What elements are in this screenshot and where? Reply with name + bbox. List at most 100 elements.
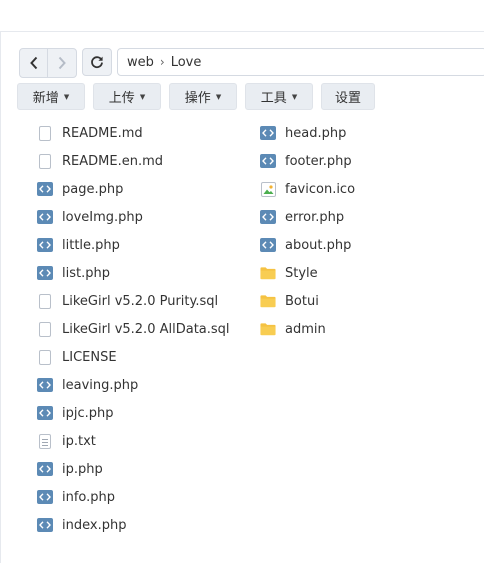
document-file-icon bbox=[39, 293, 51, 309]
file-icon-slot bbox=[37, 321, 53, 337]
tools-menu-label: 工具 bbox=[260, 91, 287, 106]
file-icon-slot bbox=[37, 489, 53, 505]
file-icon-slot bbox=[260, 321, 276, 337]
breadcrumb-item-love[interactable]: Love bbox=[171, 55, 202, 70]
upload-menu-label: 上传 bbox=[108, 91, 135, 106]
text-file-icon bbox=[39, 433, 51, 449]
file-name: Style bbox=[285, 265, 318, 281]
code-file-icon bbox=[260, 238, 276, 252]
code-file-icon bbox=[37, 210, 53, 224]
file-name: README.en.md bbox=[62, 153, 163, 169]
file-name: loveImg.php bbox=[62, 209, 143, 225]
file-name: ipjc.php bbox=[62, 405, 114, 421]
folder-icon bbox=[260, 295, 276, 308]
file-item-error-php[interactable]: error.php bbox=[260, 203, 344, 231]
file-item-ip-php[interactable]: ip.php bbox=[37, 455, 103, 483]
document-file-icon bbox=[39, 349, 51, 365]
file-item-readme-md[interactable]: README.md bbox=[37, 119, 143, 147]
file-icon-slot bbox=[37, 265, 53, 281]
code-file-icon bbox=[37, 490, 53, 504]
file-item-likegirl-v5-2-0-alldata-sql[interactable]: LikeGirl v5.2.0 AllData.sql bbox=[37, 315, 230, 343]
file-name: little.php bbox=[62, 237, 120, 253]
file-icon-slot bbox=[37, 461, 53, 477]
file-icon-slot bbox=[37, 237, 53, 253]
file-item-index-php[interactable]: index.php bbox=[37, 511, 126, 539]
file-item-admin[interactable]: admin bbox=[260, 315, 326, 343]
code-file-icon bbox=[260, 210, 276, 224]
file-icon-slot bbox=[260, 125, 276, 141]
file-item-likegirl-v5-2-0-purity-sql[interactable]: LikeGirl v5.2.0 Purity.sql bbox=[37, 287, 218, 315]
file-icon-slot bbox=[260, 153, 276, 169]
file-item-list-php[interactable]: list.php bbox=[37, 259, 110, 287]
file-icon-slot bbox=[260, 237, 276, 253]
caret-down-icon: ▼ bbox=[139, 92, 146, 101]
refresh-icon bbox=[91, 56, 103, 69]
file-item-head-php[interactable]: head.php bbox=[260, 119, 346, 147]
refresh-button[interactable] bbox=[82, 48, 112, 76]
file-name: error.php bbox=[285, 209, 345, 225]
file-icon-slot bbox=[37, 349, 53, 365]
back-button[interactable] bbox=[20, 49, 48, 77]
file-manager-panel: web › Love 新增 ▼ 上传 ▼ 操作 ▼ 工具 ▼ 设置 README.md R… bbox=[0, 31, 484, 563]
breadcrumb[interactable]: web › Love bbox=[117, 48, 484, 76]
file-name: head.php bbox=[285, 125, 347, 141]
folder-icon bbox=[260, 267, 276, 280]
file-item-ipjc-php[interactable]: ipjc.php bbox=[37, 399, 114, 427]
settings-button[interactable]: 设置 bbox=[321, 83, 375, 110]
code-file-icon bbox=[37, 266, 53, 280]
file-name: footer.php bbox=[285, 153, 352, 169]
file-item-page-php[interactable]: page.php bbox=[37, 175, 123, 203]
file-icon-slot bbox=[37, 405, 53, 421]
file-item-loveimg-php[interactable]: loveImg.php bbox=[37, 203, 143, 231]
new-menu-button[interactable]: 新增 ▼ bbox=[17, 83, 85, 110]
code-file-icon bbox=[260, 126, 276, 140]
chevron-left-icon bbox=[29, 56, 37, 70]
file-name: page.php bbox=[62, 181, 124, 197]
document-file-icon bbox=[39, 125, 51, 141]
file-item-footer-php[interactable]: footer.php bbox=[260, 147, 352, 175]
tools-menu-button[interactable]: 工具 ▼ bbox=[245, 83, 313, 110]
file-icon-slot bbox=[260, 293, 276, 309]
code-file-icon bbox=[37, 406, 53, 420]
toolbar: 新增 ▼ 上传 ▼ 操作 ▼ 工具 ▼ 设置 bbox=[17, 83, 375, 110]
image-file-icon bbox=[260, 181, 276, 197]
file-name: README.md bbox=[62, 125, 143, 141]
file-name: info.php bbox=[62, 489, 116, 505]
file-item-leaving-php[interactable]: leaving.php bbox=[37, 371, 138, 399]
code-file-icon bbox=[37, 182, 53, 196]
breadcrumb-item-web[interactable]: web bbox=[127, 55, 154, 70]
breadcrumb-separator-icon: › bbox=[159, 55, 165, 69]
file-icon-slot bbox=[37, 209, 53, 225]
code-file-icon bbox=[260, 154, 276, 168]
file-name: about.php bbox=[285, 237, 352, 253]
caret-down-icon: ▼ bbox=[291, 92, 298, 101]
file-name: admin bbox=[285, 321, 326, 337]
code-file-icon bbox=[37, 378, 53, 392]
action-menu-button[interactable]: 操作 ▼ bbox=[169, 83, 237, 110]
action-menu-label: 操作 bbox=[184, 91, 211, 106]
caret-down-icon: ▼ bbox=[215, 92, 222, 101]
file-item-ip-txt[interactable]: ip.txt bbox=[37, 427, 96, 455]
file-item-style[interactable]: Style bbox=[260, 259, 318, 287]
file-item-about-php[interactable]: about.php bbox=[260, 231, 351, 259]
forward-button[interactable] bbox=[48, 49, 76, 77]
file-icon-slot bbox=[37, 125, 53, 141]
file-item-license[interactable]: LICENSE bbox=[37, 343, 117, 371]
file-item-little-php[interactable]: little.php bbox=[37, 231, 120, 259]
file-item-readme-en-md[interactable]: README.en.md bbox=[37, 147, 163, 175]
file-item-info-php[interactable]: info.php bbox=[37, 483, 115, 511]
file-item-botui[interactable]: Botui bbox=[260, 287, 319, 315]
file-name: LICENSE bbox=[62, 349, 117, 365]
code-file-icon bbox=[37, 518, 53, 532]
file-icon-slot bbox=[260, 209, 276, 225]
history-buttons bbox=[19, 48, 77, 78]
code-file-icon bbox=[37, 462, 53, 476]
file-icon-slot bbox=[260, 181, 276, 197]
file-item-favicon-ico[interactable]: favicon.ico bbox=[260, 175, 355, 203]
file-icon-slot bbox=[37, 181, 53, 197]
file-name: LikeGirl v5.2.0 AllData.sql bbox=[62, 321, 230, 337]
upload-menu-button[interactable]: 上传 ▼ bbox=[93, 83, 161, 110]
document-file-icon bbox=[39, 153, 51, 169]
file-icon-slot bbox=[37, 153, 53, 169]
file-name: LikeGirl v5.2.0 Purity.sql bbox=[62, 293, 219, 309]
